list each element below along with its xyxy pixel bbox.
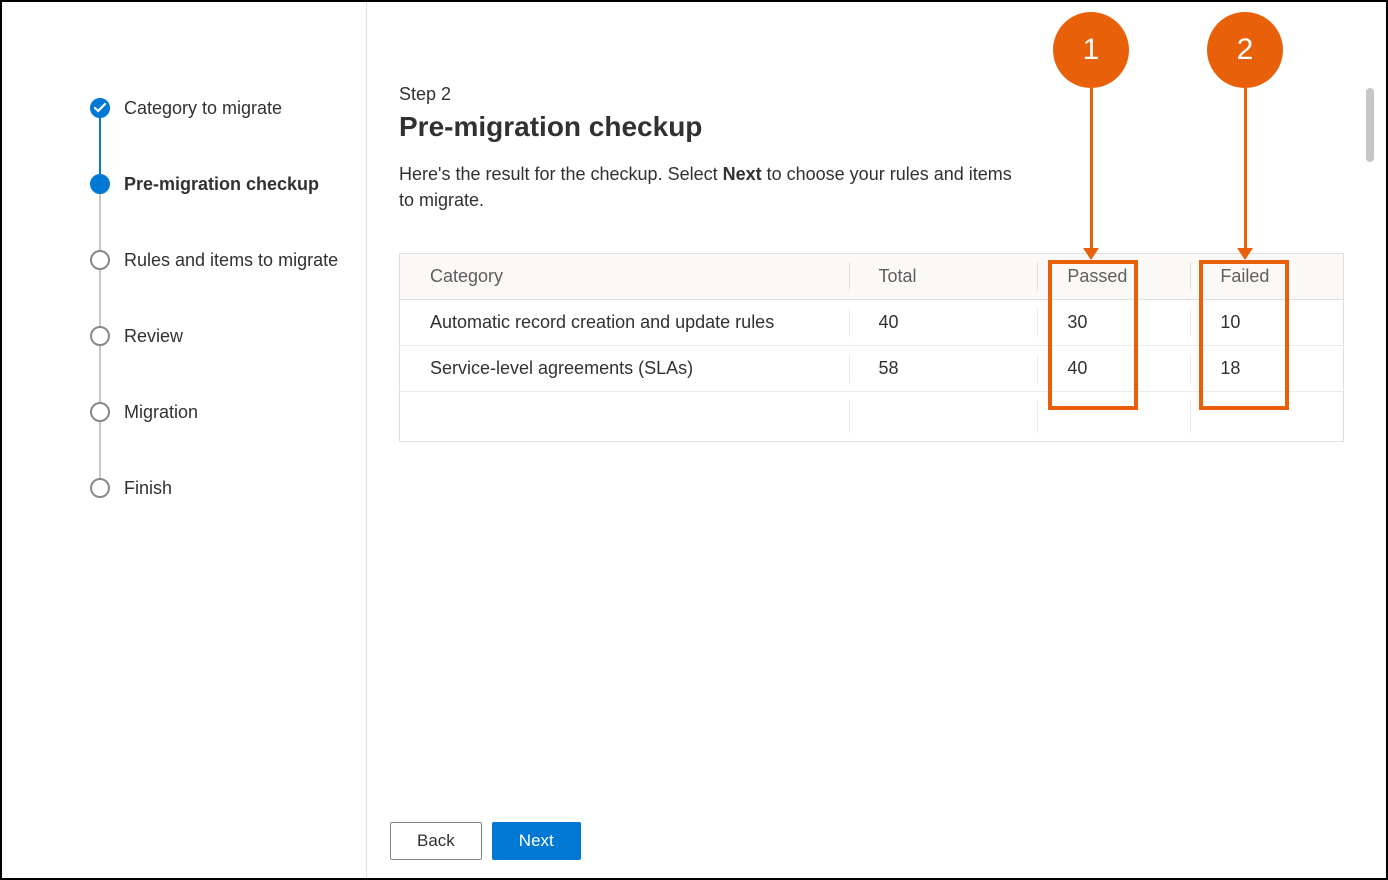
- step-migration[interactable]: Migration: [90, 374, 366, 450]
- circle-icon: [90, 250, 110, 270]
- step-review[interactable]: Review: [90, 298, 366, 374]
- next-button[interactable]: Next: [492, 822, 581, 860]
- annotation-badge-1: 1: [1053, 12, 1129, 88]
- circle-icon: [90, 478, 110, 498]
- cell-passed: 40: [1037, 346, 1190, 392]
- table-header-row: Category Total Passed Failed: [400, 254, 1344, 300]
- scrollbar[interactable]: [1366, 88, 1374, 162]
- step-label: Rules and items to migrate: [124, 250, 338, 271]
- annotation-line-1: [1090, 88, 1093, 250]
- table-row-empty: [400, 392, 1344, 442]
- step-number: Step 2: [399, 84, 1366, 105]
- table-header-passed[interactable]: Passed: [1037, 254, 1190, 300]
- checkup-results-table: Category Total Passed Failed Automatic r…: [399, 253, 1344, 442]
- wizard-stepper: Category to migrate Pre-migration checku…: [2, 2, 367, 878]
- arrow-down-icon: [1237, 248, 1253, 260]
- table-header-total[interactable]: Total: [849, 254, 1038, 300]
- cell-failed: 18: [1190, 346, 1343, 392]
- step-label: Migration: [124, 402, 198, 423]
- cell-category: Automatic record creation and update rul…: [400, 300, 849, 346]
- table-header-failed[interactable]: Failed: [1190, 254, 1343, 300]
- page-description: Here's the result for the checkup. Selec…: [399, 161, 1019, 213]
- step-label: Pre-migration checkup: [124, 174, 319, 195]
- annotation-line-2: [1244, 88, 1247, 250]
- main-content: Step 2 Pre-migration checkup Here's the …: [399, 84, 1366, 858]
- back-button[interactable]: Back: [390, 822, 482, 860]
- cell-total: 58: [849, 346, 1038, 392]
- table-header-category[interactable]: Category: [400, 254, 849, 300]
- step-label: Review: [124, 326, 183, 347]
- table-row[interactable]: Service-level agreements (SLAs) 58 40 18: [400, 346, 1344, 392]
- table-row[interactable]: Automatic record creation and update rul…: [400, 300, 1344, 346]
- circle-icon: [90, 326, 110, 346]
- cell-failed: 10: [1190, 300, 1343, 346]
- wizard-footer: Back Next: [390, 822, 581, 860]
- step-category-to-migrate[interactable]: Category to migrate: [90, 70, 366, 146]
- cell-category: Service-level agreements (SLAs): [400, 346, 849, 392]
- annotation-badge-2: 2: [1207, 12, 1283, 88]
- step-label: Finish: [124, 478, 172, 499]
- check-icon: [90, 98, 110, 118]
- circle-filled-icon: [90, 174, 110, 194]
- cell-total: 40: [849, 300, 1038, 346]
- step-finish[interactable]: Finish: [90, 450, 366, 526]
- step-label: Category to migrate: [124, 98, 282, 119]
- arrow-down-icon: [1083, 248, 1099, 260]
- step-pre-migration-checkup[interactable]: Pre-migration checkup: [90, 146, 366, 222]
- step-rules-and-items[interactable]: Rules and items to migrate: [90, 222, 366, 298]
- cell-passed: 30: [1037, 300, 1190, 346]
- circle-icon: [90, 402, 110, 422]
- page-title: Pre-migration checkup: [399, 111, 1366, 143]
